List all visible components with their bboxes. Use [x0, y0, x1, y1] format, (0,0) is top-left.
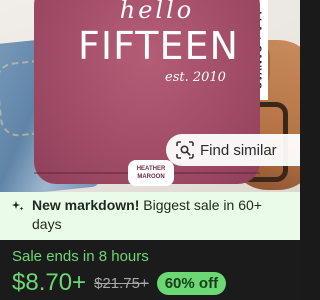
color-tag-line2: MAROON: [137, 174, 165, 180]
sale-price: $8.70+: [12, 269, 87, 296]
markdown-title: New markdown!: [32, 197, 140, 213]
find-similar-button[interactable]: Find similar: [166, 134, 300, 166]
product-image[interactable]: LLA + CANVAS hello FIFTEEN est. 2010 HEA…: [0, 0, 300, 192]
sale-panel: Sale ends in 8 hours $8.70+ $21.75+ 60% …: [0, 240, 300, 300]
shirt-text-fifteen: FIFTEEN: [78, 24, 239, 68]
shirt-text-est: est. 2010: [165, 70, 226, 85]
color-tag: HEATHER MAROON: [128, 160, 174, 186]
original-price: $21.75+: [94, 274, 149, 292]
scan-search-icon: [176, 141, 194, 159]
find-similar-label: Find similar: [200, 141, 277, 159]
markdown-banner: New markdown! Biggest sale in 60+ days: [0, 192, 300, 240]
price-row: $8.70+ $21.75+ 60% off: [12, 269, 288, 297]
sale-ends-text: Sale ends in 8 hours: [12, 248, 149, 265]
shirt-text-hello: hello: [119, 0, 195, 24]
discount-badge: 60% off: [156, 271, 227, 295]
color-tag-line1: HEATHER: [136, 166, 166, 172]
sparkle-icon: [12, 201, 24, 211]
